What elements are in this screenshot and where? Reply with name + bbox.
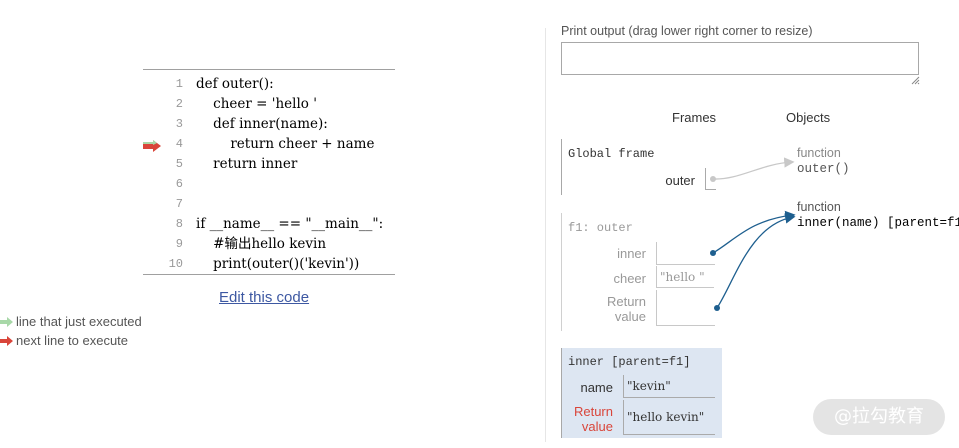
pointer-arrows xyxy=(710,157,796,311)
watermark: @拉勾教育 xyxy=(813,399,945,435)
pointer-return xyxy=(714,213,796,311)
pointer-outer xyxy=(710,157,795,182)
